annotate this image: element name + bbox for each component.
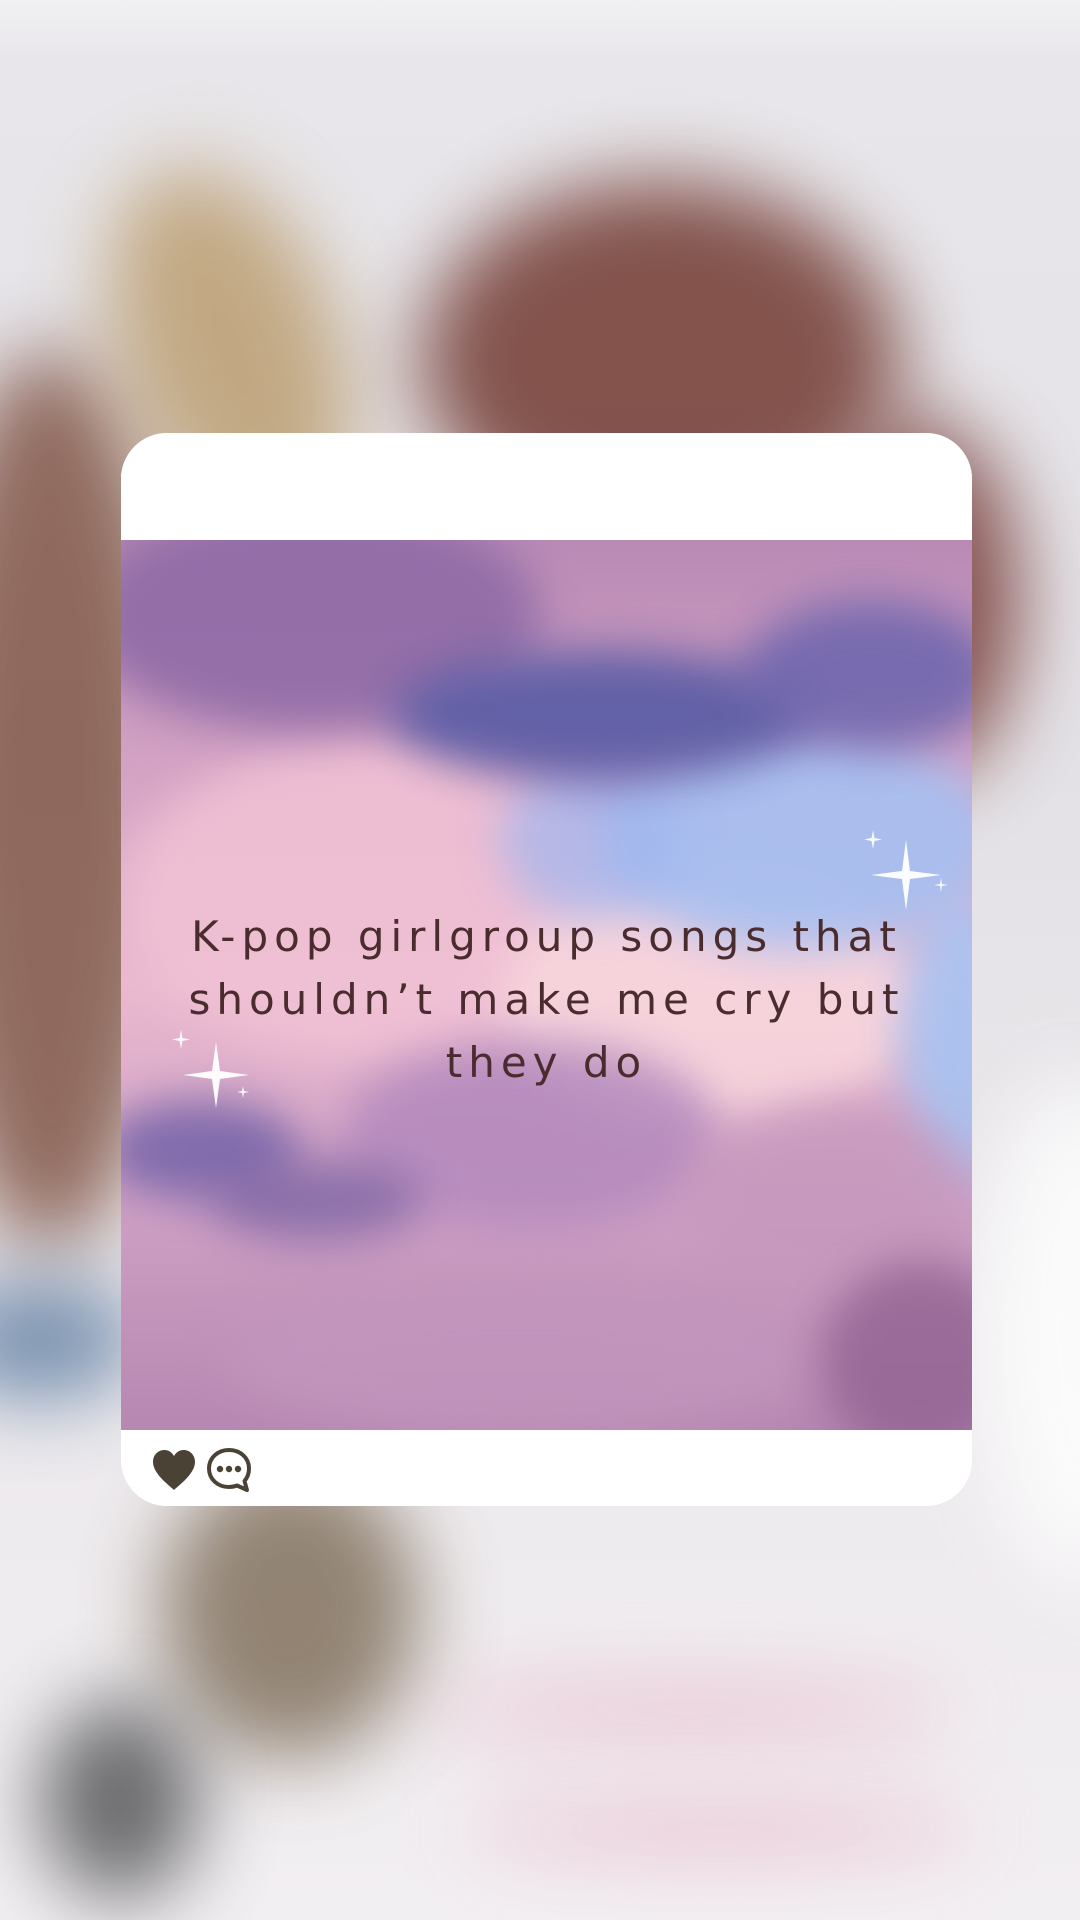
post-actions-bar [121, 1430, 972, 1506]
post-image: K-pop girlgroup songs that shouldn’t mak… [121, 540, 972, 1430]
post-card: K-pop girlgroup songs that shouldn’t mak… [121, 433, 972, 1506]
heart-icon[interactable] [150, 1446, 198, 1494]
chat-bubble-icon[interactable] [205, 1446, 253, 1494]
post-caption-text: K-pop girlgroup songs that shouldn’t mak… [188, 912, 905, 1087]
post-header [121, 433, 972, 540]
